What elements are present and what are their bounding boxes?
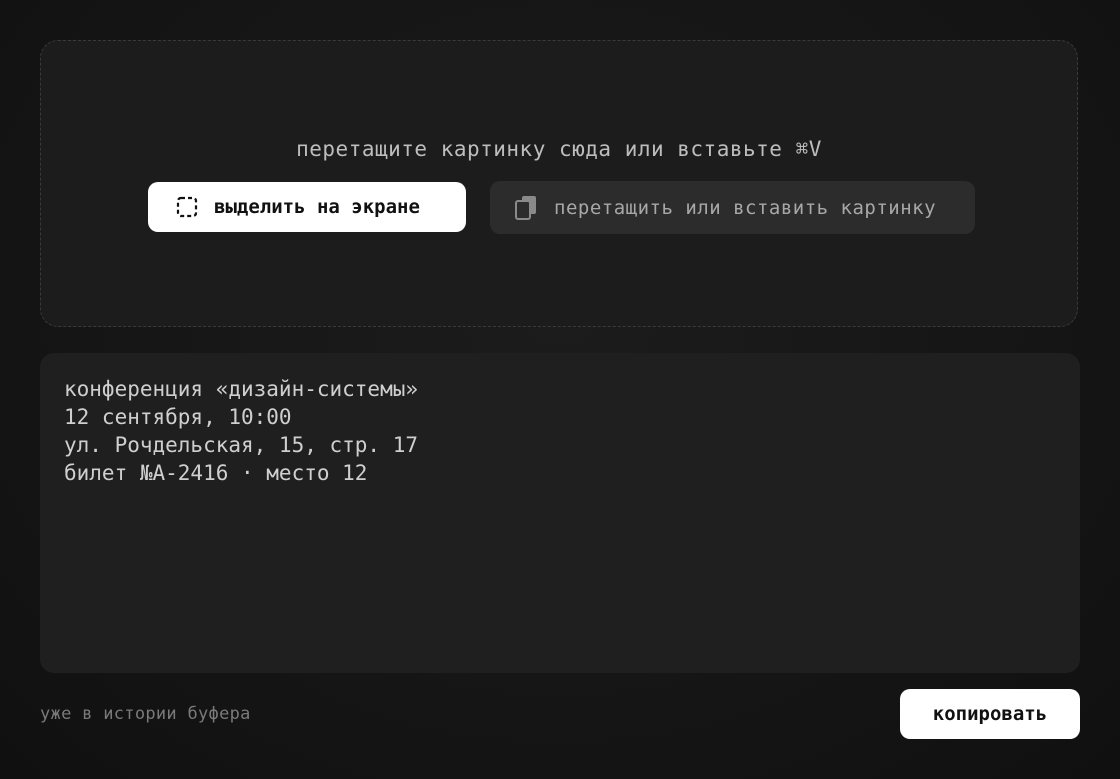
select-on-screen-button[interactable]: выделить на экране (148, 182, 466, 232)
paste-image-label: перетащить или вставить картинку (554, 196, 937, 219)
select-on-screen-label: выделить на экране (214, 196, 420, 218)
copy-button[interactable]: копировать (900, 689, 1080, 739)
paste-image-button[interactable]: перетащить или вставить картинку (490, 181, 975, 234)
result-line: 12 сентября, 10:00 (64, 405, 292, 429)
result-line: билет №А-2416 · место 12 (64, 461, 368, 485)
clipboard-status: уже в истории буфера (40, 704, 251, 724)
drop-hint: перетащите картинку сюда или вставьте ⌘V (296, 137, 822, 161)
result-line: ул. Рочдельская, 15, стр. 17 (64, 433, 419, 457)
selection-icon (176, 196, 198, 218)
image-dropzone[interactable]: перетащите картинку сюда или вставьте ⌘V… (40, 40, 1078, 327)
clipboard-icon (514, 195, 538, 221)
result-line: конференция «дизайн-системы» (64, 377, 419, 401)
recognized-text-area[interactable]: конференция «дизайн-системы» 12 сентября… (40, 353, 1080, 673)
